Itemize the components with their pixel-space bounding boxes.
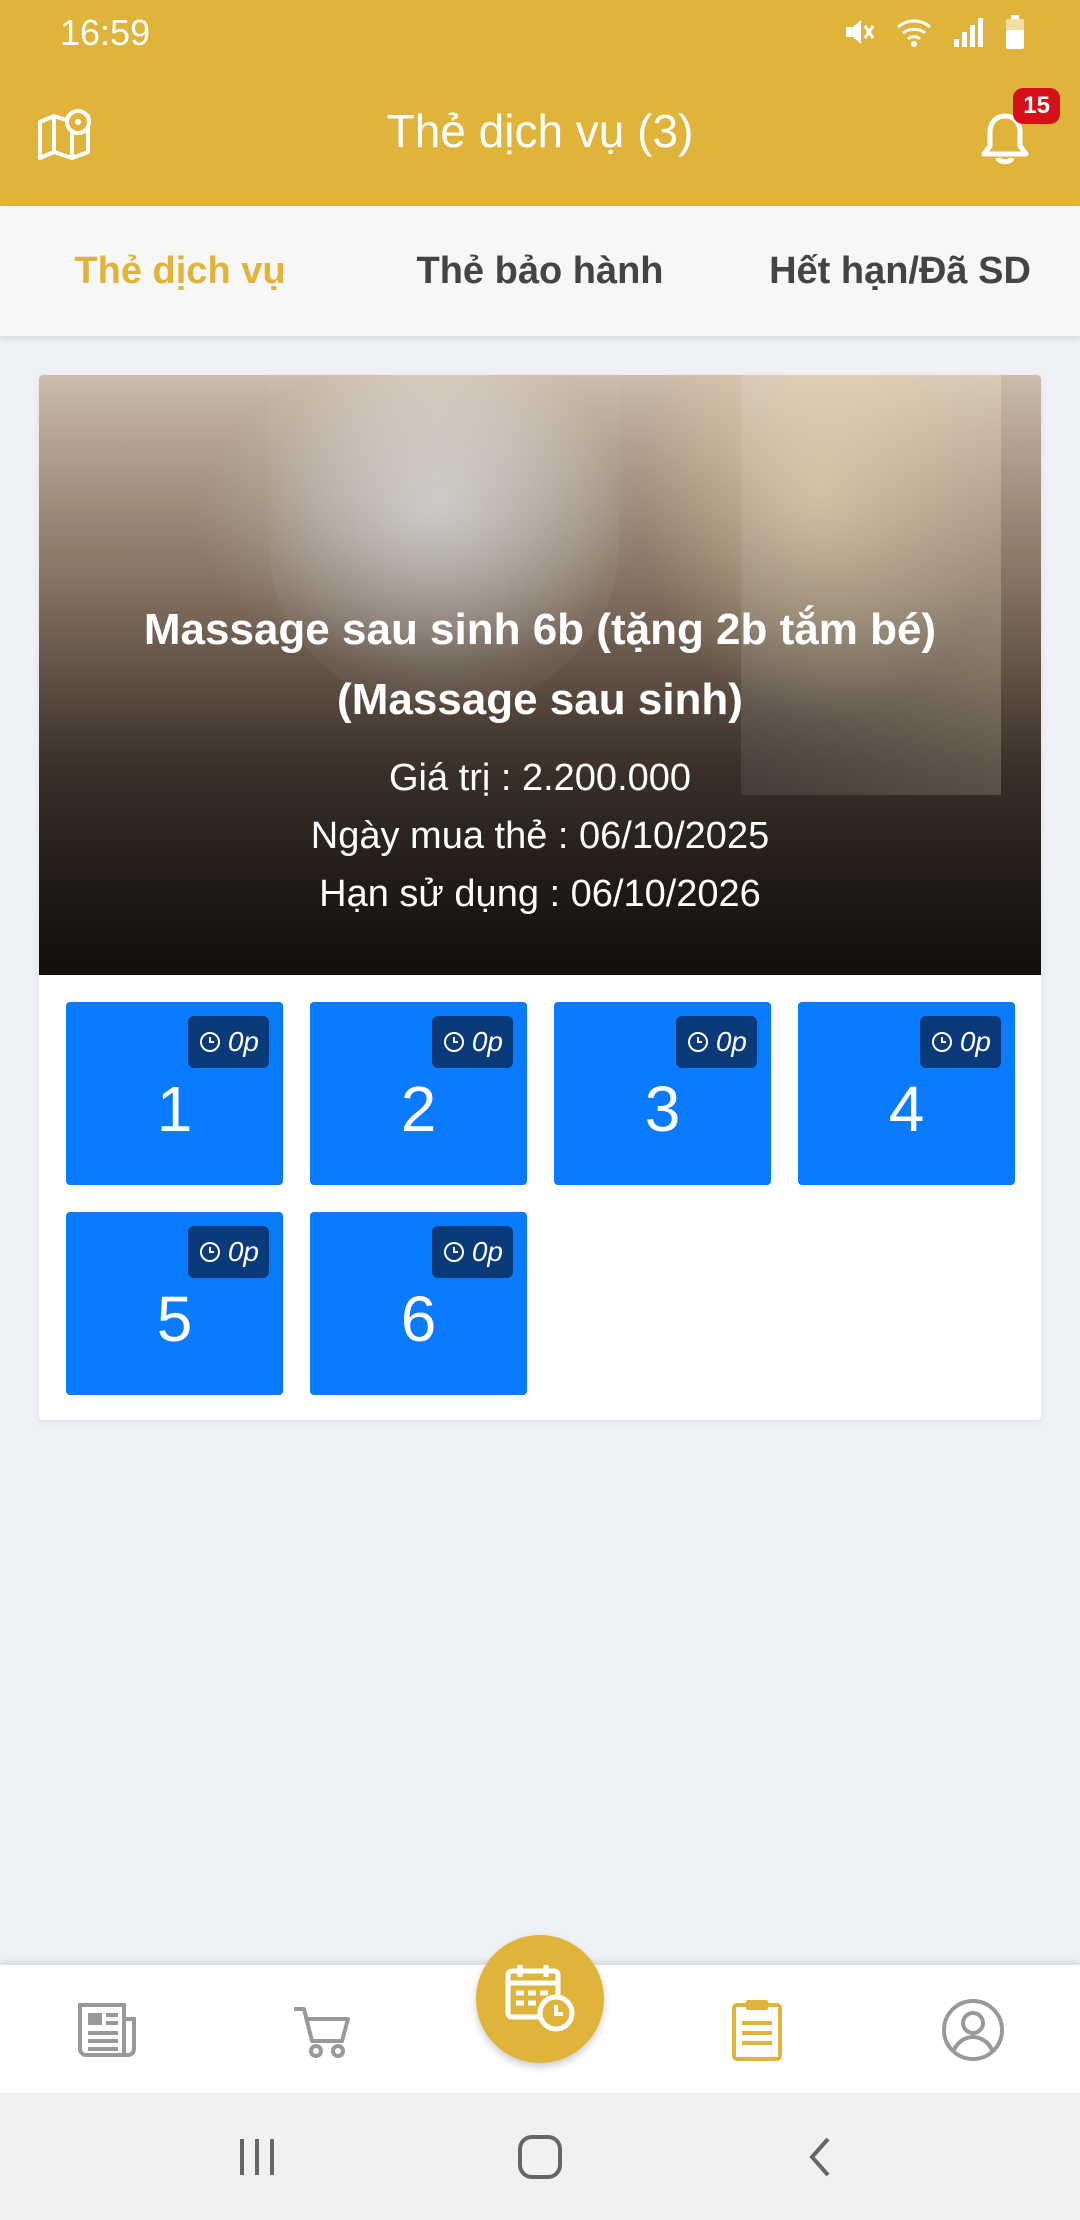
nav-profile[interactable]	[938, 1995, 1008, 2065]
session-number: 1	[156, 1073, 193, 1145]
session-duration: 0p	[959, 1026, 991, 1057]
service-card-info: Massage sau sinh 6b (tặng 2b tắm bé) (Ma…	[39, 595, 1041, 923]
service-card-icon	[732, 2000, 782, 2061]
cart-icon	[294, 2007, 350, 2058]
service-card[interactable]: Massage sau sinh 6b (tặng 2b tắm bé) (Ma…	[39, 375, 1041, 1420]
session-duration: 0p	[227, 1236, 259, 1267]
session-duration: 0p	[471, 1236, 503, 1267]
clock-icon	[199, 1242, 220, 1262]
session-tile[interactable]: 0p 4	[798, 1002, 1015, 1185]
profile-icon	[942, 1999, 1004, 2061]
session-number: 4	[888, 1073, 925, 1145]
session-tile[interactable]: 0p 2	[310, 1002, 527, 1185]
system-nav-bar	[0, 2093, 1080, 2220]
signal-icon	[954, 18, 983, 47]
session-duration: 0p	[715, 1026, 747, 1057]
session-tile[interactable]: 0p 5	[66, 1212, 283, 1395]
status-bar: 16:59	[0, 0, 1080, 64]
clock-icon	[443, 1242, 464, 1262]
home-icon[interactable]	[514, 2133, 566, 2181]
recent-apps-icon[interactable]	[232, 2133, 282, 2181]
battery-icon	[1006, 15, 1024, 49]
session-number: 3	[644, 1073, 681, 1145]
card-value: Giá trị : 2.200.000	[388, 757, 692, 799]
service-name: Massage sau sinh 6b (tặng 2b tắm bé) (Ma…	[143, 605, 937, 724]
session-number: 6	[400, 1283, 437, 1355]
session-duration-tag: 0p	[431, 1226, 513, 1278]
card-tabs: Thẻ dịch vụ Thẻ bảo hành Hết hạn/Đã SD	[0, 206, 1080, 336]
expiry-date: Hạn sử dụng : 06/10/2026	[319, 873, 761, 915]
nav-service-cards[interactable]	[722, 1995, 792, 2065]
session-tile[interactable]: 0p 1	[66, 1002, 283, 1185]
clock-icon	[931, 1032, 952, 1052]
session-tile[interactable]: 0p 6	[310, 1212, 527, 1395]
session-number: 5	[156, 1283, 193, 1355]
purchase-date: Ngày mua thẻ : 06/10/2025	[310, 815, 770, 857]
session-duration: 0p	[227, 1026, 259, 1057]
clock-icon	[443, 1032, 464, 1052]
service-card-image: Massage sau sinh 6b (tặng 2b tắm bé) (Ma…	[39, 375, 1041, 975]
booking-button[interactable]	[476, 1935, 604, 2063]
session-duration: 0p	[471, 1026, 503, 1057]
session-tile[interactable]: 0p 3	[554, 1002, 771, 1185]
tab-expired-used[interactable]: Hết hạn/Đã SD	[720, 206, 1080, 336]
clock-icon	[199, 1032, 220, 1052]
session-duration-tag: 0p	[919, 1016, 1001, 1068]
tab-warranty-cards[interactable]: Thẻ bảo hành	[360, 206, 720, 336]
clock-icon	[687, 1032, 708, 1052]
nav-cart[interactable]	[288, 1995, 358, 2065]
news-icon	[78, 2003, 136, 2057]
status-time: 16:59	[60, 12, 151, 53]
session-duration-tag: 0p	[187, 1226, 269, 1278]
app-bar: Thẻ dịch vụ (3) 15	[0, 64, 1080, 206]
wifi-icon	[897, 19, 931, 47]
mute-icon	[846, 20, 875, 44]
notification-badge: 15	[1013, 88, 1060, 124]
status-icons	[842, 14, 1026, 50]
session-duration-tag: 0p	[187, 1016, 269, 1068]
session-duration-tag: 0p	[431, 1016, 513, 1068]
session-duration-tag: 0p	[675, 1016, 757, 1068]
nav-news[interactable]	[72, 1995, 142, 2065]
tab-service-cards[interactable]: Thẻ dịch vụ	[0, 206, 360, 336]
session-number: 2	[400, 1073, 437, 1145]
back-icon[interactable]	[800, 2133, 840, 2181]
page-title: Thẻ dịch vụ (3)	[386, 105, 694, 157]
booking-calendar-icon	[505, 1965, 575, 2032]
